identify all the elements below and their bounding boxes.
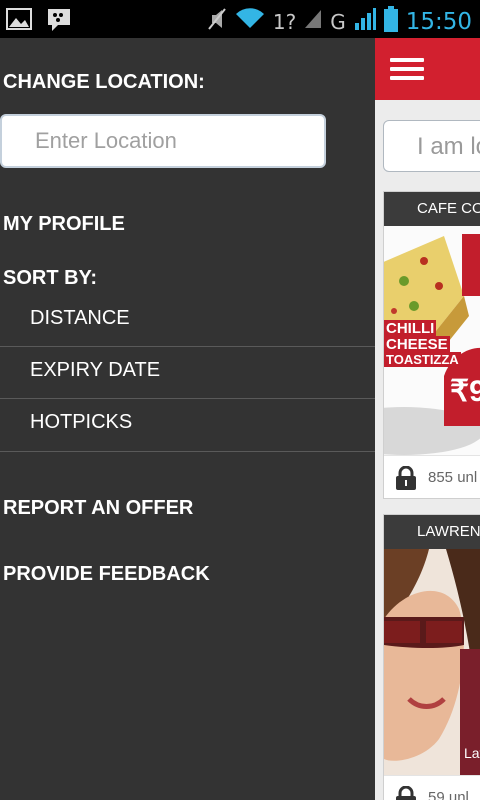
messenger-notification-icon (46, 7, 72, 38)
sort-option-label: HOTPICKS (30, 411, 133, 433)
offer-card[interactable]: CAFE CO CHILLI CHEESE TOASTIZZA ₹9 855 u… (383, 191, 480, 499)
sort-option-distance[interactable]: DISTANCE (0, 295, 375, 347)
search-placeholder: I am lo (417, 133, 480, 160)
offer-card[interactable]: LAWRENC Law 59 unl (383, 514, 480, 800)
lock-icon (395, 785, 417, 800)
sort-option-expiry-date[interactable]: EXPIRY DATE (0, 347, 375, 399)
unlock-count: 59 unl (428, 789, 469, 800)
offer-title: CAFE CO (384, 192, 480, 226)
promo-line-3: TOASTIZZA (384, 352, 461, 367)
navigation-drawer: CHANGE LOCATION: MY PROFILE SORT BY: DIS… (0, 38, 375, 800)
location-input[interactable] (0, 114, 326, 168)
sort-option-hotpicks[interactable]: HOTPICKS (0, 399, 375, 451)
offer-image: Law (384, 549, 480, 775)
gallery-notification-icon (6, 7, 32, 38)
my-profile-link[interactable]: MY PROFILE (3, 213, 125, 236)
promo-line-2: CHEESE (384, 336, 450, 353)
sim-indicator: 1? (272, 9, 297, 34)
signal-icon (354, 7, 376, 36)
sort-by-label: SORT BY: (3, 267, 98, 289)
status-time: 15:50 (405, 8, 472, 35)
unlock-count: 855 unl (428, 469, 478, 486)
offer-footer: 59 unl (384, 775, 480, 800)
promo-line-1: CHILLI (384, 320, 437, 337)
status-bar: 1? G 15:50 (0, 0, 480, 38)
lock-icon (395, 465, 417, 490)
wifi-icon (235, 8, 265, 35)
promo-price: ₹9 (450, 375, 480, 408)
battery-icon (383, 6, 398, 37)
sort-option-label: EXPIRY DATE (30, 359, 161, 381)
mute-icon (207, 7, 227, 36)
promo-brand-text: Law (464, 745, 480, 761)
offer-footer: 855 unl (384, 455, 480, 498)
report-offer-link[interactable]: REPORT AN OFFER (3, 497, 193, 520)
menu-icon[interactable] (390, 58, 424, 80)
offer-image: CHILLI CHEESE TOASTIZZA ₹9 (384, 226, 480, 455)
no-signal-icon (304, 9, 322, 34)
network-type: G (330, 9, 346, 34)
sort-option-label: DISTANCE (30, 307, 130, 329)
offer-search-input[interactable]: I am lo (383, 120, 480, 172)
app-bar (375, 38, 480, 100)
offer-title: LAWRENC (384, 515, 480, 549)
change-location-label: CHANGE LOCATION: (3, 71, 205, 93)
provide-feedback-link[interactable]: PROVIDE FEEDBACK (3, 563, 210, 586)
divider (0, 451, 375, 452)
main-content: I am lo CAFE CO CHILLI CHEESE TOASTIZZA … (375, 38, 480, 800)
